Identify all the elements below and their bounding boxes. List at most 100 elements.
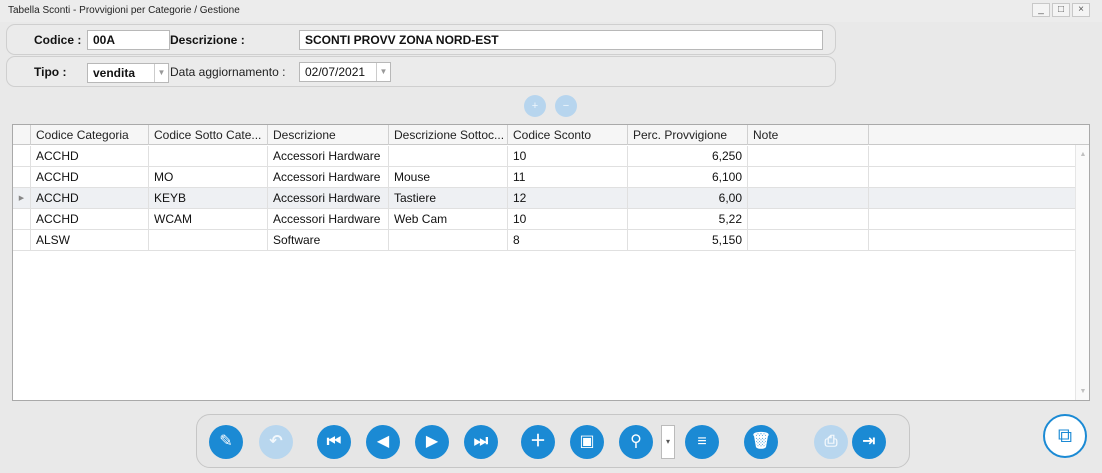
data-aggiornamento-field[interactable]: 02/07/2021 ▼ <box>299 62 391 82</box>
header-descrizione-sottocategoria[interactable]: Descrizione Sottoc... <box>389 125 508 145</box>
cell-descrizione[interactable]: Accessori Hardware <box>268 209 389 230</box>
table-row[interactable]: ACCHD MO Accessori Hardware Mouse 11 6,100 <box>13 167 1075 188</box>
list-button[interactable]: ≡ <box>685 425 719 459</box>
new-document-button[interactable]: ＋ <box>521 425 555 459</box>
cell-descrizione[interactable]: Software <box>268 230 389 251</box>
search-button[interactable]: ⚲ <box>619 425 653 459</box>
cell-codice-sconto[interactable]: 10 <box>508 146 628 167</box>
descrizione-label: Descrizione : <box>170 33 245 47</box>
cell-note[interactable] <box>748 167 869 188</box>
maximize-button[interactable]: □ <box>1052 3 1070 17</box>
cell-descrizione-sottocategoria[interactable] <box>389 146 508 167</box>
row-indicator[interactable] <box>13 167 31 188</box>
cell-perc-provvigione[interactable]: 6,00 <box>628 188 748 209</box>
cell-descrizione[interactable]: Accessori Hardware <box>268 146 389 167</box>
previous-record-icon: ◀ <box>376 433 390 450</box>
cell-perc-provvigione[interactable]: 5,22 <box>628 209 748 230</box>
previous-record-button[interactable]: ◀ <box>366 425 400 459</box>
save-button[interactable]: ▣ <box>570 425 604 459</box>
minimize-button[interactable]: _ <box>1032 3 1050 17</box>
cell-perc-provvigione[interactable]: 5,150 <box>628 230 748 251</box>
search-options-dropdown[interactable]: ▾ <box>661 425 675 459</box>
cell-note[interactable] <box>748 230 869 251</box>
tipo-panel: Tipo : vendita ▼ Data aggiornamento : 02… <box>6 56 836 87</box>
cell-codice-sotto-categoria[interactable] <box>149 146 268 167</box>
cell-descrizione-sottocategoria[interactable]: Mouse <box>389 167 508 188</box>
codice-field[interactable]: 00A <box>87 30 170 50</box>
cell-perc-provvigione[interactable]: 6,100 <box>628 167 748 188</box>
data-aggiornamento-label: Data aggiornamento : <box>170 65 286 79</box>
cell-codice-sconto[interactable]: 10 <box>508 209 628 230</box>
grid-header: Codice Categoria Codice Sotto Cate... De… <box>13 125 1089 145</box>
cell-codice-sotto-categoria[interactable]: KEYB <box>149 188 268 209</box>
table-row[interactable]: ▶ ACCHD KEYB Accessori Hardware Tastiere 12 6,… <box>13 188 1075 209</box>
first-record-button[interactable]: ⏮ <box>317 425 351 459</box>
header-codice-sconto[interactable]: Codice Sconto <box>508 125 628 145</box>
header-note[interactable]: Note <box>748 125 869 145</box>
cell-codice-categoria[interactable]: ACCHD <box>31 188 149 209</box>
cell-codice-sotto-categoria[interactable]: WCAM <box>149 209 268 230</box>
header-row-indicator <box>13 125 31 145</box>
vertical-scrollbar[interactable]: ▲ ▼ <box>1075 145 1089 400</box>
cell-perc-provvigione[interactable]: 6,250 <box>628 146 748 167</box>
header-perc-provvigione[interactable]: Perc. Provvigione <box>628 125 748 145</box>
remove-row-button[interactable]: − <box>555 95 577 117</box>
table-row[interactable]: ACCHD WCAM Accessori Hardware Web Cam 10 5,22 <box>13 209 1075 230</box>
scroll-down-icon[interactable]: ▼ <box>1076 388 1089 395</box>
header-codice-categoria[interactable]: Codice Categoria <box>31 125 149 145</box>
edit-document-button[interactable]: ✎ <box>209 425 243 459</box>
chevron-down-icon: ▾ <box>665 437 670 446</box>
descrizione-field[interactable]: SCONTI PROVV ZONA NORD-EST <box>299 30 823 50</box>
chevron-down-icon[interactable]: ▼ <box>154 64 168 82</box>
edit-document-icon: ✎ <box>219 433 233 450</box>
cell-descrizione-sottocategoria[interactable] <box>389 230 508 251</box>
delete-button[interactable]: 🗑 <box>744 425 778 459</box>
next-record-icon: ▶ <box>425 433 439 450</box>
cell-codice-categoria[interactable]: ACCHD <box>31 167 149 188</box>
data-grid: Codice Categoria Codice Sotto Cate... De… <box>12 124 1090 401</box>
print-button[interactable]: ⎙ <box>814 425 848 459</box>
close-button[interactable]: × <box>1072 3 1090 17</box>
window-title: Tabella Sconti - Provvigioni per Categor… <box>8 5 240 16</box>
row-indicator[interactable] <box>13 209 31 230</box>
cell-descrizione-sottocategoria[interactable]: Tastiere <box>389 188 508 209</box>
list-icon: ≡ <box>697 433 707 450</box>
table-row[interactable]: ALSW Software 8 5,150 <box>13 230 1075 251</box>
add-row-icon: + <box>531 100 539 112</box>
new-document-icon: ＋ <box>529 433 546 450</box>
cell-codice-sotto-categoria[interactable]: MO <box>149 167 268 188</box>
header-descrizione[interactable]: Descrizione <box>268 125 389 145</box>
cell-descrizione-sottocategoria[interactable]: Web Cam <box>389 209 508 230</box>
cell-descrizione[interactable]: Accessori Hardware <box>268 188 389 209</box>
row-indicator[interactable] <box>13 230 31 251</box>
cell-codice-sconto[interactable]: 11 <box>508 167 628 188</box>
cell-note[interactable] <box>748 146 869 167</box>
window-controls: _ □ × <box>1032 3 1090 17</box>
header-codice-sotto-categoria[interactable]: Codice Sotto Cate... <box>149 125 268 145</box>
codice-label: Codice : <box>34 33 82 47</box>
cell-note[interactable] <box>748 188 869 209</box>
row-pointer-icon[interactable]: ▶ <box>13 188 31 209</box>
data-aggiornamento-value: 02/07/2021 <box>305 65 366 79</box>
cell-codice-categoria[interactable]: ALSW <box>31 230 149 251</box>
cell-codice-categoria[interactable]: ACCHD <box>31 146 149 167</box>
last-record-button[interactable]: ⏭ <box>464 425 498 459</box>
cell-codice-categoria[interactable]: ACCHD <box>31 209 149 230</box>
copy-icon: ⧉ <box>1057 425 1073 447</box>
tipo-select[interactable]: vendita ▼ <box>87 63 169 83</box>
undo-icon: ↶ <box>269 433 283 450</box>
cell-descrizione[interactable]: Accessori Hardware <box>268 167 389 188</box>
copy-button[interactable]: ⧉ <box>1043 414 1087 458</box>
next-record-button[interactable]: ▶ <box>415 425 449 459</box>
chevron-down-icon[interactable]: ▼ <box>376 63 390 81</box>
cell-codice-sconto[interactable]: 8 <box>508 230 628 251</box>
cell-codice-sotto-categoria[interactable] <box>149 230 268 251</box>
table-row[interactable]: ACCHD Accessori Hardware 10 6,250 <box>13 146 1075 167</box>
row-indicator[interactable] <box>13 146 31 167</box>
exit-button[interactable]: ⇥ <box>852 425 886 459</box>
add-row-button[interactable]: + <box>524 95 546 117</box>
cell-note[interactable] <box>748 209 869 230</box>
scroll-up-icon[interactable]: ▲ <box>1076 151 1089 158</box>
undo-button[interactable]: ↶ <box>259 425 293 459</box>
cell-codice-sconto[interactable]: 12 <box>508 188 628 209</box>
